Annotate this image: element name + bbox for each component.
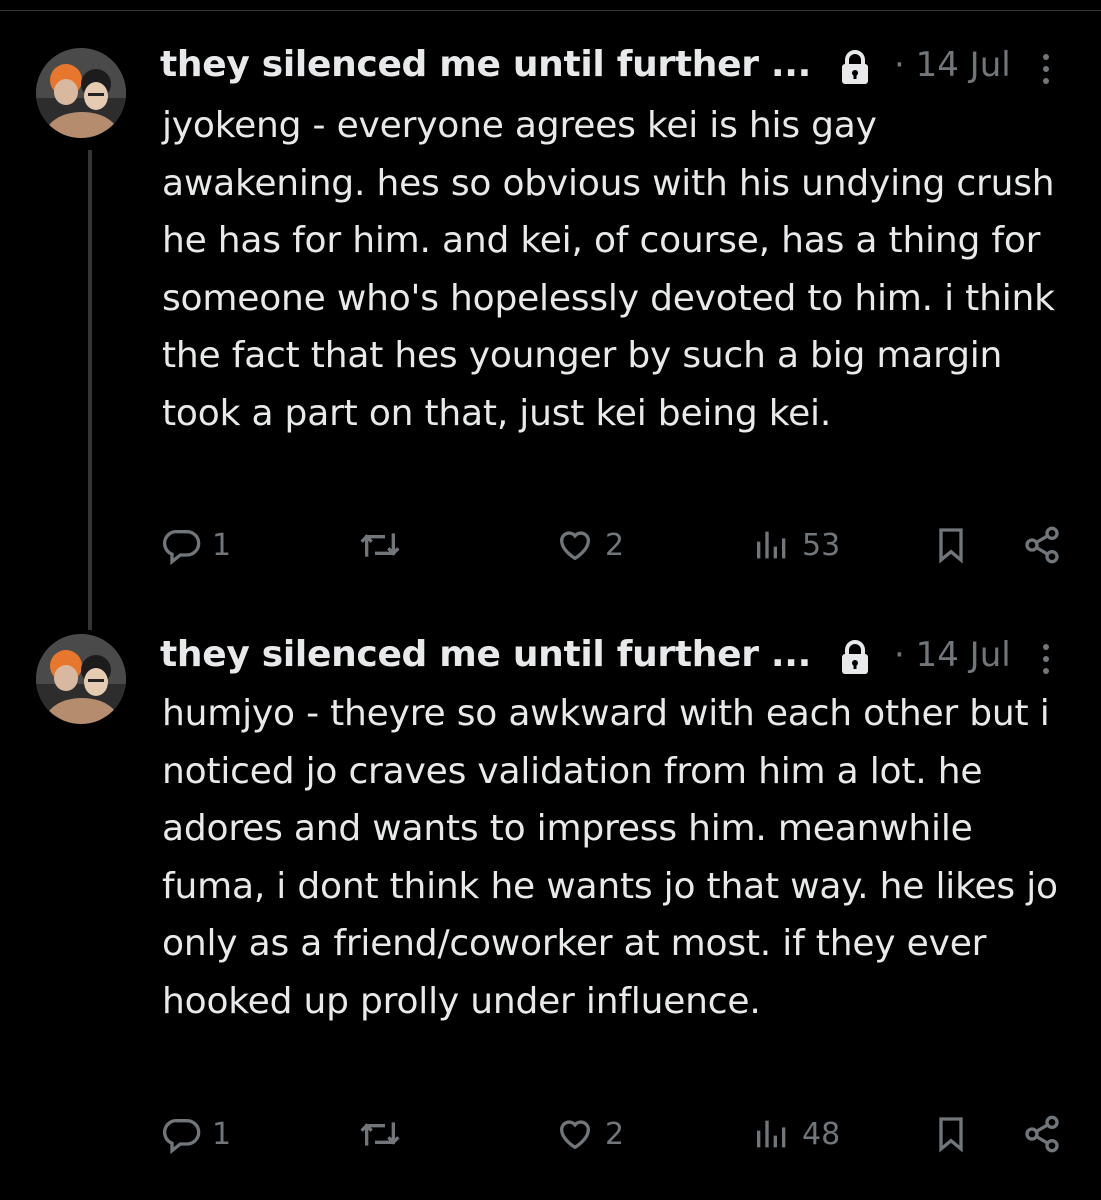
reply-count: 1 bbox=[212, 527, 232, 563]
bookmark-button[interactable] bbox=[931, 523, 971, 567]
share-icon bbox=[1025, 1115, 1059, 1153]
top-divider bbox=[0, 0, 1101, 11]
bookmark-icon bbox=[939, 528, 963, 564]
views-count: 48 bbox=[802, 1116, 841, 1152]
retweet-button[interactable] bbox=[356, 523, 404, 567]
timestamp[interactable]: · 14 Jul bbox=[894, 45, 1011, 85]
timestamp[interactable]: · 14 Jul bbox=[894, 635, 1011, 675]
views-button[interactable]: 48 bbox=[752, 1112, 840, 1156]
tweet-text: jyokeng - everyone agrees kei is his gay… bbox=[162, 105, 1055, 434]
tweet: they silenced me until further ... · 14 … bbox=[0, 630, 1101, 1190]
retweet-icon bbox=[360, 1122, 400, 1146]
reply-button[interactable]: 1 bbox=[162, 523, 231, 567]
like-count: 2 bbox=[605, 527, 625, 563]
views-icon bbox=[757, 531, 786, 559]
display-name[interactable]: they silenced me until further ... bbox=[160, 634, 811, 675]
views-icon bbox=[757, 1120, 786, 1148]
more-icon[interactable] bbox=[1040, 52, 1052, 86]
lock-icon bbox=[842, 640, 868, 674]
share-icon bbox=[1025, 526, 1059, 564]
display-name[interactable]: they silenced me until further ... bbox=[160, 44, 811, 85]
bookmark-icon bbox=[939, 1117, 963, 1153]
share-button[interactable] bbox=[1020, 1112, 1064, 1156]
like-button[interactable]: 2 bbox=[555, 523, 624, 567]
share-button[interactable] bbox=[1020, 523, 1064, 567]
reply-count: 1 bbox=[212, 1116, 232, 1152]
views-count: 53 bbox=[802, 527, 841, 563]
like-icon bbox=[560, 1120, 590, 1150]
retweet-icon bbox=[360, 533, 400, 557]
reply-icon bbox=[162, 1119, 201, 1154]
like-icon bbox=[560, 531, 590, 561]
action-bar: 1 2 53 bbox=[160, 523, 1070, 567]
avatar[interactable] bbox=[36, 48, 126, 138]
reply-button[interactable]: 1 bbox=[162, 1112, 231, 1156]
tweet: they silenced me until further ... · 14 … bbox=[0, 40, 1101, 600]
avatar[interactable] bbox=[36, 634, 126, 724]
more-icon[interactable] bbox=[1040, 642, 1052, 676]
reply-icon bbox=[162, 530, 201, 565]
action-bar: 1 2 48 bbox=[160, 1112, 1070, 1156]
like-count: 2 bbox=[605, 1116, 625, 1152]
bookmark-button[interactable] bbox=[931, 1112, 971, 1156]
like-button[interactable]: 2 bbox=[555, 1112, 624, 1156]
retweet-button[interactable] bbox=[356, 1112, 404, 1156]
views-button[interactable]: 53 bbox=[752, 523, 840, 567]
lock-icon bbox=[842, 50, 868, 84]
tweet-text: humjyo - theyre so awkward with each oth… bbox=[162, 693, 1058, 1022]
